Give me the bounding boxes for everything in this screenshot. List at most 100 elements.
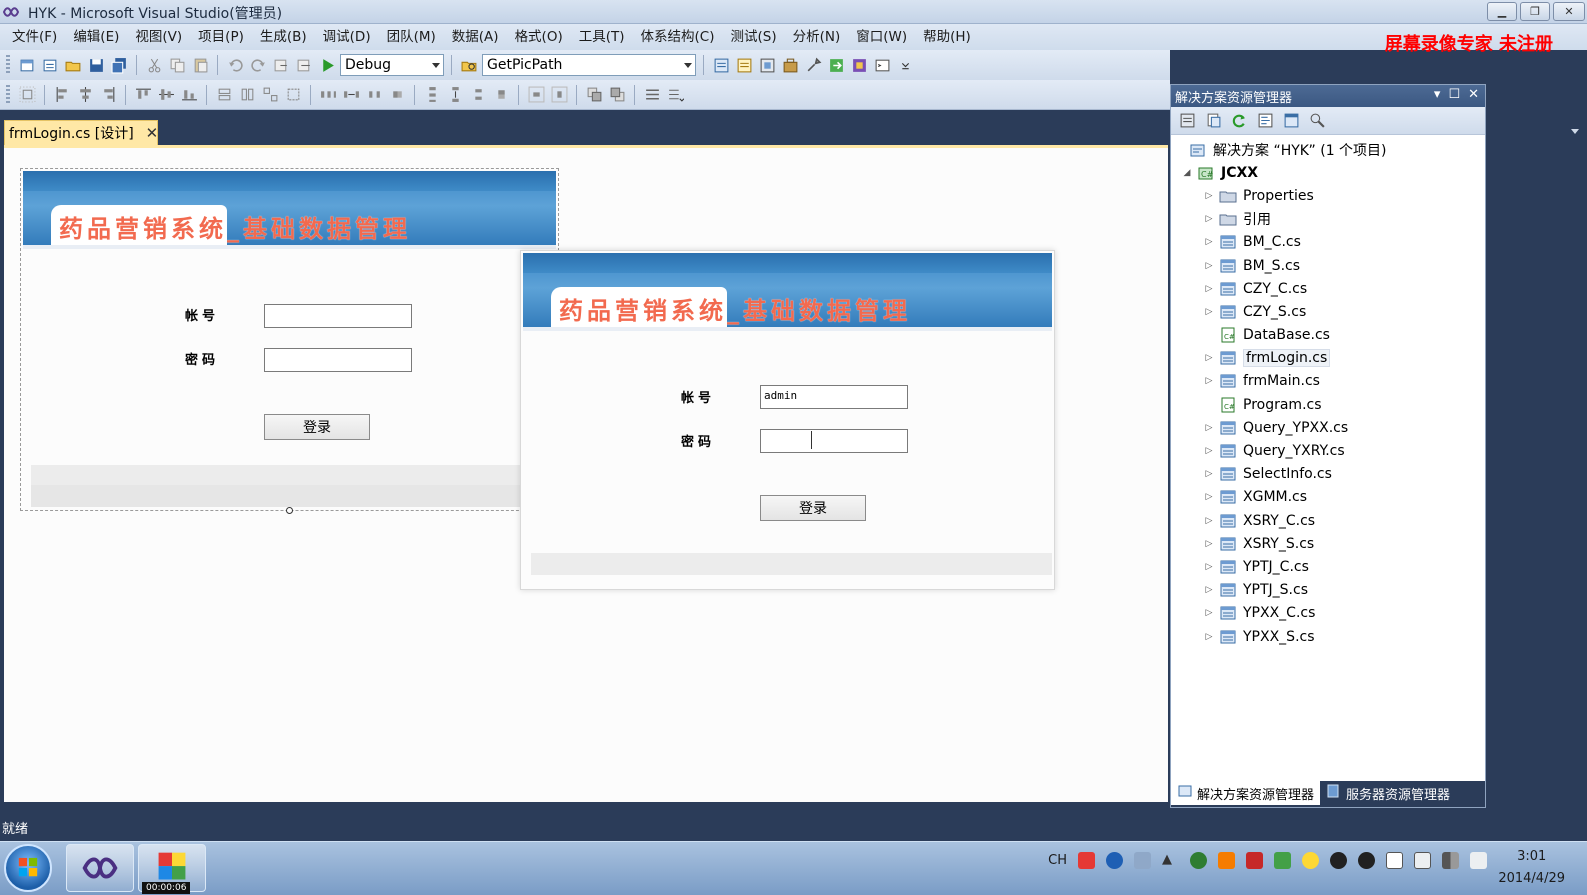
view-designer-icon[interactable] — [1281, 111, 1301, 131]
expand-triangle-icon[interactable]: ▷ — [1203, 214, 1215, 224]
menu-project[interactable]: 项目(P) — [190, 24, 252, 50]
align-to-grid-icon[interactable] — [17, 85, 37, 105]
show-hidden-icons-icon[interactable]: ▲ — [1162, 852, 1179, 869]
minimize-button[interactable]: ▁ — [1487, 2, 1517, 21]
solution-item[interactable]: ▷ Query_YPXX.cs — [1171, 416, 1485, 439]
menu-build[interactable]: 生成(B) — [252, 24, 315, 50]
tab-list-dropdown-icon[interactable] — [1571, 129, 1579, 134]
expand-triangle-icon[interactable]: ▷ — [1203, 307, 1215, 317]
object-browser-icon[interactable] — [757, 55, 777, 75]
class-diagram-icon[interactable] — [1307, 111, 1327, 131]
taskbar-clock[interactable]: 3:01 2014/4/29 — [1498, 846, 1565, 890]
solution-item[interactable]: ▷ YPXX_C.cs — [1171, 602, 1485, 625]
expand-triangle-icon[interactable]: ▷ — [1203, 469, 1215, 479]
login-button[interactable]: 登录 — [760, 495, 866, 521]
solution-item[interactable]: ▷ BM_C.cs — [1171, 231, 1485, 254]
solution-item[interactable]: ▷ YPTJ_C.cs — [1171, 555, 1485, 578]
make-same-size-icon[interactable] — [260, 85, 280, 105]
expand-triangle-icon[interactable]: ▷ — [1203, 632, 1215, 642]
refresh-icon[interactable] — [1229, 111, 1249, 131]
add-item-icon[interactable] — [40, 55, 60, 75]
collapse-triangle-icon[interactable]: ◢ — [1181, 168, 1193, 178]
solution-item[interactable]: ▷ YPXX_S.cs — [1171, 625, 1485, 648]
menu-test[interactable]: 测试(S) — [722, 24, 784, 50]
solution-item[interactable]: ▷ frmMain.cs — [1171, 370, 1485, 393]
solution-item[interactable]: ▷ CZY_S.cs — [1171, 300, 1485, 323]
menu-analyze[interactable]: 分析(N) — [785, 24, 849, 50]
360-plus-icon[interactable] — [1302, 852, 1319, 869]
menu-data[interactable]: 数据(A) — [444, 24, 507, 50]
expand-triangle-icon[interactable]: ▷ — [1203, 608, 1215, 618]
decrease-vertical-spacing-icon[interactable] — [468, 85, 488, 105]
extension-manager-icon[interactable] — [849, 55, 869, 75]
menu-tools[interactable]: 工具(T) — [571, 24, 633, 50]
menu-window[interactable]: 窗口(W) — [848, 24, 915, 50]
align-tops-icon[interactable] — [133, 85, 153, 105]
open-folder-icon[interactable] — [63, 55, 83, 75]
find-in-files-icon[interactable] — [459, 55, 479, 75]
menu-format[interactable]: 格式(O) — [507, 24, 571, 50]
tab-order-icon[interactable] — [642, 85, 662, 105]
make-same-height-icon[interactable] — [237, 85, 257, 105]
password-input[interactable] — [760, 429, 908, 453]
tab-solution-explorer[interactable]: 解决方案资源管理器 — [1171, 781, 1321, 805]
expand-triangle-icon[interactable]: ▷ — [1203, 353, 1215, 363]
send-to-back-icon[interactable] — [607, 85, 627, 105]
qq-secondary-icon[interactable] — [1358, 852, 1375, 869]
solution-item[interactable]: ▷ Query_YXRY.cs — [1171, 439, 1485, 462]
expand-triangle-icon[interactable]: ▷ — [1203, 261, 1215, 271]
tools-icon[interactable] — [803, 55, 823, 75]
action-center-flag-icon[interactable] — [1386, 852, 1403, 869]
center-horizontally-icon[interactable] — [526, 85, 546, 105]
solution-item[interactable]: ▷ SelectInfo.cs — [1171, 463, 1485, 486]
help-icon[interactable] — [1106, 852, 1123, 869]
expand-triangle-icon[interactable]: ▷ — [1203, 284, 1215, 294]
command-window-icon[interactable] — [872, 55, 892, 75]
designer-login-form[interactable]: 药品营销系统_基础数据管理 帐号 密码 登录 — [20, 168, 559, 514]
account-input[interactable]: admin — [760, 385, 908, 409]
ime-options-icon[interactable] — [1134, 852, 1151, 869]
align-bottoms-icon[interactable] — [179, 85, 199, 105]
solution-item[interactable]: ▷ 引用 — [1171, 208, 1485, 231]
remove-horizontal-spacing-icon[interactable] — [387, 85, 407, 105]
toolbar-grip[interactable] — [6, 84, 10, 105]
view-code-icon[interactable] — [1255, 111, 1275, 131]
properties-icon[interactable] — [1177, 111, 1197, 131]
maximize-panel-icon[interactable]: ☐ — [1448, 87, 1460, 102]
solution-item[interactable]: C# Program.cs — [1171, 393, 1485, 416]
expand-triangle-icon[interactable]: ▷ — [1203, 191, 1215, 201]
navigate-forward-icon[interactable] — [294, 55, 314, 75]
save-all-icon[interactable] — [109, 55, 129, 75]
solution-item[interactable]: ▷ YPTJ_S.cs — [1171, 579, 1485, 602]
copy-icon[interactable] — [167, 55, 187, 75]
paste-icon[interactable] — [190, 55, 210, 75]
solution-configuration-select[interactable]: Debug — [340, 54, 444, 76]
increase-vertical-spacing-icon[interactable] — [445, 85, 465, 105]
show-all-files-icon[interactable] — [1203, 111, 1223, 131]
menu-team[interactable]: 团队(M) — [379, 24, 444, 50]
project-node[interactable]: ◢ C# JCXX — [1171, 161, 1485, 184]
login-button[interactable]: 登录 — [264, 414, 370, 440]
remove-vertical-spacing-icon[interactable] — [491, 85, 511, 105]
solution-item[interactable]: C# DataBase.cs — [1171, 324, 1485, 347]
menu-help[interactable]: 帮助(H) — [915, 24, 979, 50]
close-window-button[interactable]: ✕ — [1553, 2, 1585, 21]
guard-app-icon[interactable] — [1218, 852, 1235, 869]
password-input[interactable] — [264, 348, 412, 372]
bring-to-front-icon[interactable] — [584, 85, 604, 105]
toolbar-grip[interactable] — [6, 55, 10, 75]
security-shield-icon[interactable] — [1246, 852, 1263, 869]
decrease-horizontal-spacing-icon[interactable] — [364, 85, 384, 105]
menu-edit[interactable]: 编辑(E) — [65, 24, 127, 50]
solution-item[interactable]: ▷ frmLogin.cs — [1171, 347, 1485, 370]
horizontal-spacing-equal-icon[interactable] — [318, 85, 338, 105]
expand-triangle-icon[interactable]: ▷ — [1203, 423, 1215, 433]
menu-debug[interactable]: 调试(D) — [315, 24, 379, 50]
solution-item[interactable]: ▷ BM_S.cs — [1171, 254, 1485, 277]
find-combo-input[interactable]: GetPicPath — [482, 54, 696, 76]
size-to-grid-icon[interactable] — [283, 85, 303, 105]
menu-view[interactable]: 视图(V) — [127, 24, 190, 50]
solution-item[interactable]: ▷ XSRY_C.cs — [1171, 509, 1485, 532]
account-input[interactable] — [264, 304, 412, 328]
expand-triangle-icon[interactable]: ▷ — [1203, 562, 1215, 572]
